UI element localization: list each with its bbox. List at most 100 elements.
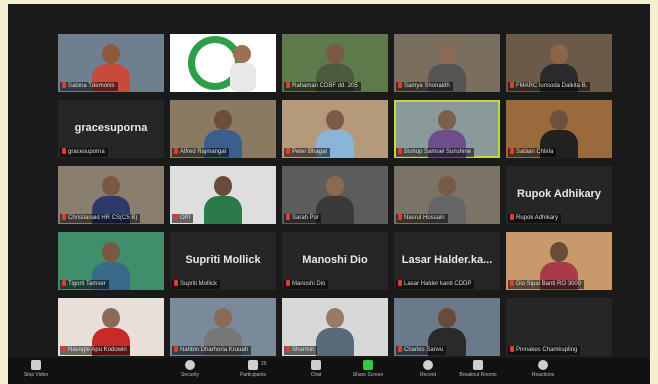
participant-tile[interactable]: Samya Shonaidh — [394, 34, 500, 92]
participant-tile[interactable]: Peter Bhagat — [282, 100, 388, 158]
participant-video — [316, 308, 354, 356]
gallery-grid: Sabina Tdemonis Rahaman CDBF dd. 205 Samya… — [58, 34, 614, 356]
muted-mic-icon — [286, 280, 290, 286]
participant-head — [326, 308, 344, 328]
participant-name-label: Nasrul Hossain — [396, 214, 448, 223]
participant-tile[interactable]: Lasar Halder.ka... Lasar Halder kanti CDD… — [394, 232, 500, 290]
reactions-icon — [538, 360, 548, 370]
participant-tile[interactable]: Sabian Chlirla — [506, 100, 612, 158]
participant-name-label: Alfred Rajmangai — [172, 148, 230, 157]
toolbar-button-share-screen[interactable]: Share Screen — [348, 360, 388, 378]
muted-mic-icon — [510, 82, 514, 88]
toolbar-button-label: Record — [419, 372, 437, 378]
muted-mic-icon — [398, 346, 402, 352]
participant-tile[interactable]: Sarah Pol — [282, 166, 388, 224]
participant-tile[interactable]: Nahbin Dharhoria Kruuah — [170, 298, 276, 356]
participant-tile[interactable]: Sharmin — [282, 298, 388, 356]
participant-video — [204, 176, 242, 224]
participant-name-label: Pinnakes Chamkupling — [508, 346, 581, 355]
participant-tile[interactable]: Charles Sanvu — [394, 298, 500, 356]
toolbar-button-label: Reactions — [531, 372, 555, 378]
muted-mic-icon — [510, 346, 514, 352]
participant-name-label: Dio Sipal Banti RO 3000 — [508, 280, 585, 289]
participant-head — [326, 44, 344, 64]
participant-body — [316, 328, 354, 356]
participant-tile[interactable]: Rahaman CDBF dd. 205 — [282, 34, 388, 92]
participant-name-label: Rahaman CDBF dd. 205 — [284, 82, 361, 91]
participant-name-label: Bishop Samuel Sunshine — [396, 148, 475, 157]
participant-head — [438, 308, 456, 328]
muted-mic-icon — [510, 280, 514, 286]
participant-tile[interactable] — [170, 34, 276, 92]
muted-mic-icon — [398, 82, 402, 88]
participant-name-label: gracesuporna — [60, 148, 108, 157]
participant-name-text: Bishop Samuel Sunshine — [404, 149, 472, 155]
participant-name-text: Lasar Halder kanti CDDP — [404, 281, 472, 287]
participants-icon — [248, 360, 258, 370]
participant-tile[interactable]: gracesuporna gracesuporna — [58, 100, 164, 158]
participant-display-name: Rupok Adhikary — [517, 188, 601, 200]
muted-mic-icon — [398, 280, 402, 286]
toolbar-button-label: Share Screen — [352, 372, 384, 378]
participant-head — [550, 242, 568, 262]
participants-count: 25 — [261, 361, 267, 367]
participant-name-label: Charles Sanvu — [396, 346, 447, 355]
toolbar-button-stop-video[interactable]: Stop Video — [16, 360, 56, 378]
participant-tile[interactable]: Rupok Adhikary Rupok Adhikary — [506, 166, 612, 224]
participant-tile[interactable]: Dio Sipal Banti RO 3000 — [506, 232, 612, 290]
participant-tile[interactable]: Navogle Apu Kodowin — [58, 298, 164, 356]
participant-video — [316, 176, 354, 224]
participant-tile[interactable]: Manoshi Dio Manoshi Dio — [282, 232, 388, 290]
participant-name-text: Rahaman CDBF dd. 205 — [292, 83, 358, 89]
stop-video-icon — [31, 360, 41, 370]
participant-name-text: Samya Shonaidh — [404, 83, 450, 89]
participant-head — [214, 110, 232, 130]
participant-tile[interactable]: Christianaid HR CS(C5 B) — [58, 166, 164, 224]
muted-mic-icon — [286, 82, 290, 88]
participant-name-label: Navogle Apu Kodowin — [60, 346, 130, 355]
toolbar-button-chat[interactable]: Chat — [296, 360, 336, 378]
muted-mic-icon — [398, 148, 402, 154]
participant-name-label: Sarah Pol — [284, 214, 322, 223]
participant-tile[interactable]: Alfred Rajmangai — [170, 100, 276, 158]
participant-tile[interactable]: OPI — [170, 166, 276, 224]
participant-name-label: Peter Bhagat — [284, 148, 331, 157]
participant-tile[interactable]: Sabina Tdemonis — [58, 34, 164, 92]
participant-name-text: Sharmin — [292, 347, 315, 353]
toolbar-button-participants[interactable]: Participants 25 — [233, 360, 273, 378]
participant-tile[interactable]: FMARC lunsoda Dalkita B. — [506, 34, 612, 92]
participant-name-text: Supriti Mollick — [180, 281, 218, 287]
participant-tile[interactable]: Supriti Mollick Supriti Mollick — [170, 232, 276, 290]
toolbar-button-label: Breakout Rooms — [459, 372, 497, 378]
toolbar-button-breakout-rooms[interactable]: Breakout Rooms — [458, 360, 498, 378]
toolbar-button-reactions[interactable]: Reactions — [523, 360, 563, 378]
muted-mic-icon — [174, 148, 178, 154]
toolbar-button-label: Chat — [310, 372, 322, 378]
participant-display-name: gracesuporna — [74, 122, 148, 134]
breakout-rooms-icon — [473, 360, 483, 370]
participant-tile[interactable]: Pinnakes Chamkupling — [506, 298, 612, 356]
participant-head — [102, 308, 120, 328]
participant-name-label: Samya Shonaidh — [396, 82, 453, 91]
participant-tile[interactable]: Nasrul Hossain — [394, 166, 500, 224]
participant-body — [204, 196, 242, 224]
record-icon — [423, 360, 433, 370]
toolbar-button-record[interactable]: Record — [408, 360, 448, 378]
meeting-toolbar: Stop Video Security Participants 25 Chat Shar… — [8, 358, 650, 384]
participant-name-label: Supriti Mollick — [172, 280, 221, 289]
muted-mic-icon — [62, 280, 66, 286]
muted-mic-icon — [398, 214, 402, 220]
toolbar-button-security[interactable]: Security — [170, 360, 210, 378]
participant-name-text: Navogle Apu Kodowin — [68, 347, 127, 353]
muted-mic-icon — [286, 214, 290, 220]
participant-name-text: Manoshi Dio — [292, 281, 326, 287]
participant-name-label: Manoshi Dio — [284, 280, 329, 289]
participant-name-text: gracesuporna — [68, 149, 105, 155]
participant-name-text: Charles Sanvu — [404, 347, 444, 353]
zoom-window: Sabina Tdemonis Rahaman CDBF dd. 205 Samya… — [8, 4, 650, 384]
participant-tile[interactable]: Tigorit Tamser — [58, 232, 164, 290]
participant-tile[interactable]: Bishop Samuel Sunshine — [394, 100, 500, 158]
muted-mic-icon — [62, 148, 66, 154]
participant-name-label: Sharmin — [284, 346, 318, 355]
participant-name-text: OPI — [180, 215, 191, 221]
